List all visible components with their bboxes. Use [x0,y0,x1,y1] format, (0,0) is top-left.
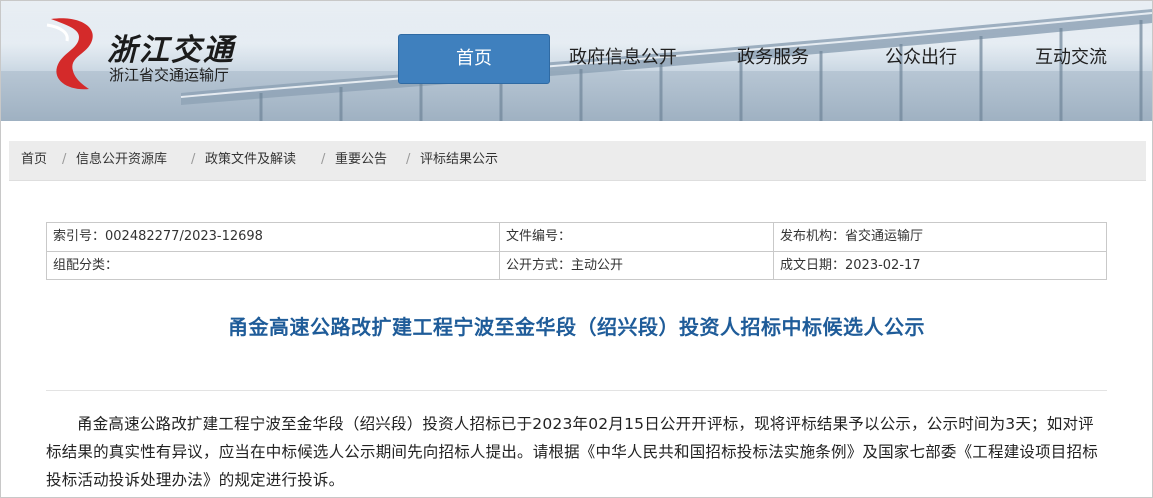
article-title: 甬金高速公路改扩建工程宁波至金华段（绍兴段）投资人招标中标候选人公示 [228,315,925,339]
site-header: 浙江交通 浙江省交通运输厅 首页 政府信息公开 政务服务 公众出行 互动交流 [1,1,1152,121]
meta-category: 组配分类： [53,258,119,273]
breadcrumb-separator: / [406,152,411,167]
site-logo[interactable]: 浙江交通 浙江省交通运输厅 [39,13,239,93]
title-divider [46,390,1107,391]
meta-doc-no: 文件编号： [506,229,572,244]
breadcrumb-separator: / [191,152,196,167]
meta-date: 成文日期：2023-02-17 [780,258,921,273]
breadcrumb-announcements[interactable]: 重要公告 [335,141,387,179]
logo-script-text: 浙江交通 [107,33,235,68]
nav-home[interactable]: 首页 [398,34,550,84]
breadcrumb-policy-docs[interactable]: 政策文件及解读 [205,141,296,179]
breadcrumb-info-library[interactable]: 信息公开资源库 [76,141,167,179]
meta-open-mode: 公开方式：主动公开 [506,258,624,273]
table-divider [47,251,1106,252]
breadcrumb-home[interactable]: 首页 [21,141,47,179]
breadcrumb-separator: / [321,152,326,167]
meta-publisher: 发布机构：省交通运输厅 [780,229,924,244]
document-meta-table: 索引号：002482277/2023-12698 文件编号： 发布机构：省交通运… [46,222,1107,280]
logo-org-name: 浙江省交通运输厅 [109,66,230,84]
breadcrumb-separator: / [62,152,67,167]
nav-interaction[interactable]: 互动交流 [1016,34,1126,82]
logo-swoosh-icon [46,18,93,90]
nav-gov-info[interactable]: 政府信息公开 [558,34,688,82]
nav-public-travel[interactable]: 公众出行 [866,34,976,82]
breadcrumb: 首页 / 信息公开资源库 / 政策文件及解读 / 重要公告 / 评标结果公示 [9,141,1146,181]
nav-gov-services[interactable]: 政务服务 [718,34,828,82]
breadcrumb-bid-results[interactable]: 评标结果公示 [420,141,498,179]
article-paragraph: 甬金高速公路改扩建工程宁波至金华段（绍兴段）投资人招标已于2023年02月15日… [46,415,1098,489]
meta-index-no: 索引号：002482277/2023-12698 [53,229,263,244]
